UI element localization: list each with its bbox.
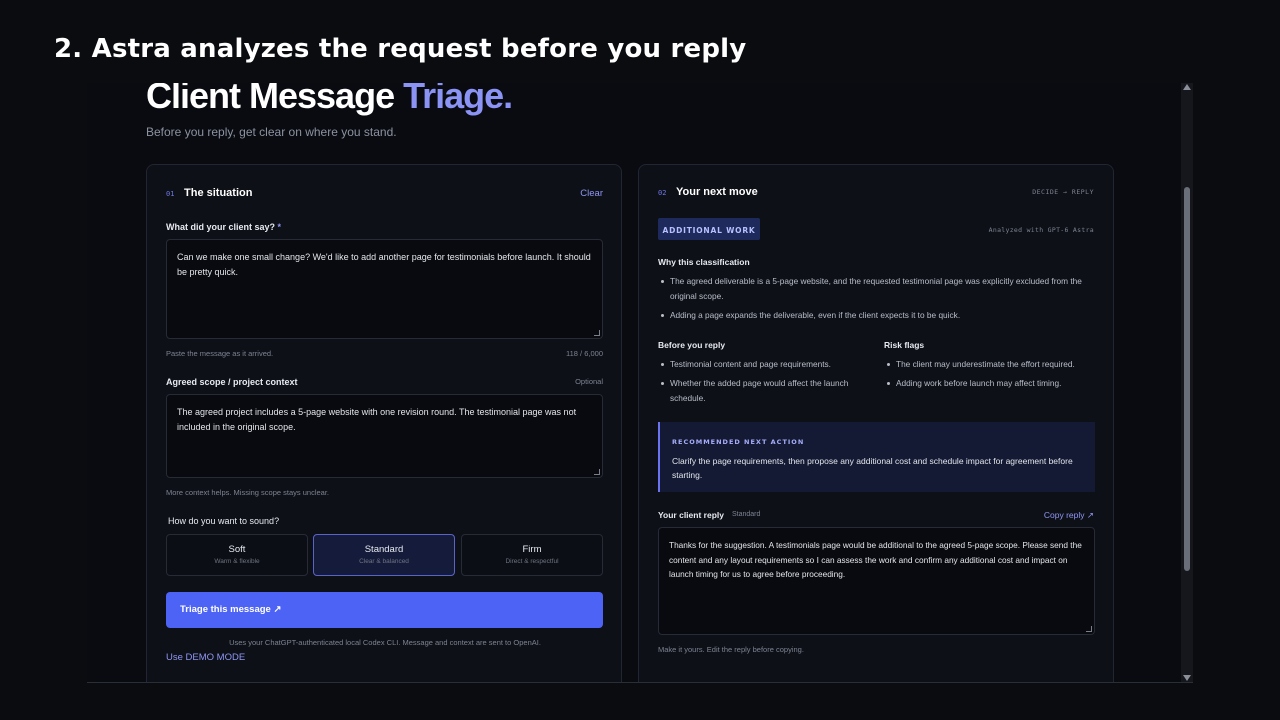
before-you-reply-heading: Before you reply	[658, 340, 726, 350]
triage-button-label: Triage this message ↗	[180, 604, 282, 615]
scrollbar-thumb[interactable]	[1184, 187, 1190, 571]
tone-option-desc: Warm & flexible	[214, 558, 260, 565]
character-counter: 118 / 6,000	[566, 349, 603, 358]
risk-flags-list: The client may underestimate the effort …	[884, 357, 1099, 395]
tone-option-label: Soft	[228, 544, 246, 555]
resize-handle-icon[interactable]	[594, 469, 600, 475]
scope-input[interactable]: The agreed project includes a 5-page web…	[166, 394, 603, 478]
client-reply-textarea[interactable]: Thanks for the suggestion. A testimonial…	[658, 527, 1095, 635]
tone-firm-option[interactable]: Firm Direct & respectful	[461, 534, 603, 576]
client-message-label-text: What did your client say?	[166, 222, 276, 232]
scope-text: The agreed project includes a 5-page web…	[177, 407, 577, 432]
client-reply-label: Your client reply	[658, 510, 724, 520]
tone-option-desc: Clear & balanced	[359, 558, 409, 565]
client-message-text: Can we make one small change? We'd like …	[177, 252, 591, 277]
optional-tag: Optional	[575, 377, 603, 386]
page-subtitle: Before you reply, get clear on where you…	[146, 125, 397, 139]
list-item: Testimonial content and page requirement…	[658, 357, 870, 372]
tone-option-desc: Direct & respectful	[505, 558, 559, 565]
client-message-label: What did your client say? *	[166, 222, 281, 232]
page-title-main: Client Message	[146, 83, 395, 116]
app-window: Client Message Triage. Before you reply,…	[87, 83, 1193, 683]
section-title: The situation	[184, 187, 253, 199]
list-item: The client may underestimate the effort …	[884, 357, 1099, 372]
analyzed-with-label: Analyzed with GPT-6 Astra	[988, 226, 1094, 234]
page-title-accent: Triage.	[403, 83, 513, 116]
section-number: 01	[166, 190, 175, 198]
recommended-action-box: RECOMMENDED NEXT ACTION Clarify the page…	[658, 422, 1095, 492]
required-mark: *	[277, 222, 282, 232]
workflow-tag: DECIDE → REPLY	[1032, 188, 1094, 196]
tutorial-caption: 2. Astra analyzes the request before you…	[54, 34, 747, 64]
reply-hint: Make it yours. Edit the reply before cop…	[658, 645, 804, 654]
section-title: Your next move	[676, 186, 758, 198]
clear-button[interactable]: Clear	[580, 188, 603, 199]
client-reply-text: Thanks for the suggestion. A testimonial…	[669, 540, 1082, 579]
resize-handle-icon[interactable]	[1086, 626, 1092, 632]
before-you-reply-list: Testimonial content and page requirement…	[658, 357, 870, 410]
scroll-down-icon[interactable]	[1183, 675, 1191, 681]
list-item: Whether the added page would affect the …	[658, 376, 870, 406]
demo-mode-link[interactable]: Use DEMO MODE	[166, 652, 245, 663]
tone-option-label: Standard	[364, 544, 404, 555]
classification-badge-text: ADDITIONAL WORK	[662, 226, 756, 235]
page-title: Client Message Triage.	[146, 83, 513, 117]
tone-option-label: Firm	[522, 544, 542, 555]
vertical-scrollbar[interactable]	[1181, 83, 1193, 682]
scroll-up-icon[interactable]	[1183, 84, 1191, 90]
tone-soft-option[interactable]: Soft Warm & flexible	[166, 534, 308, 576]
privacy-footnote: Uses your ChatGPT-authenticated local Co…	[229, 638, 541, 647]
scope-label: Agreed scope / project context	[166, 377, 298, 387]
recommended-action-text: Clarify the page requirements, then prop…	[672, 456, 1073, 480]
why-classification-heading: Why this classification	[658, 257, 750, 267]
scope-hint: More context helps. Missing scope stays …	[166, 488, 329, 497]
client-message-input[interactable]: Can we make one small change? We'd like …	[166, 239, 603, 339]
triage-button[interactable]: Triage this message ↗	[166, 592, 603, 628]
list-item: The agreed deliverable is a 5-page websi…	[658, 274, 1098, 304]
client-message-hint: Paste the message as it arrived.	[166, 349, 274, 358]
situation-panel: 01 The situation Clear What did your cli…	[146, 164, 622, 682]
tone-standard-option[interactable]: Standard Clear & balanced	[313, 534, 455, 576]
copy-reply-button[interactable]: Copy reply ↗	[1044, 510, 1094, 521]
next-move-panel: 02 Your next move DECIDE → REPLY ADDITIO…	[638, 164, 1114, 682]
recommended-action-title: RECOMMENDED NEXT ACTION	[672, 438, 805, 446]
list-item: Adding work before launch may affect tim…	[884, 376, 1099, 391]
resize-handle-icon[interactable]	[594, 330, 600, 336]
reply-tone-tag: Standard	[732, 511, 761, 518]
risk-flags-heading: Risk flags	[884, 340, 925, 350]
section-number: 02	[658, 189, 667, 197]
tone-label: How do you want to sound?	[168, 516, 280, 526]
classification-badge: ADDITIONAL WORK	[658, 218, 760, 240]
list-item: Adding a page expands the deliverable, e…	[658, 308, 1098, 323]
why-classification-list: The agreed deliverable is a 5-page websi…	[658, 274, 1098, 327]
